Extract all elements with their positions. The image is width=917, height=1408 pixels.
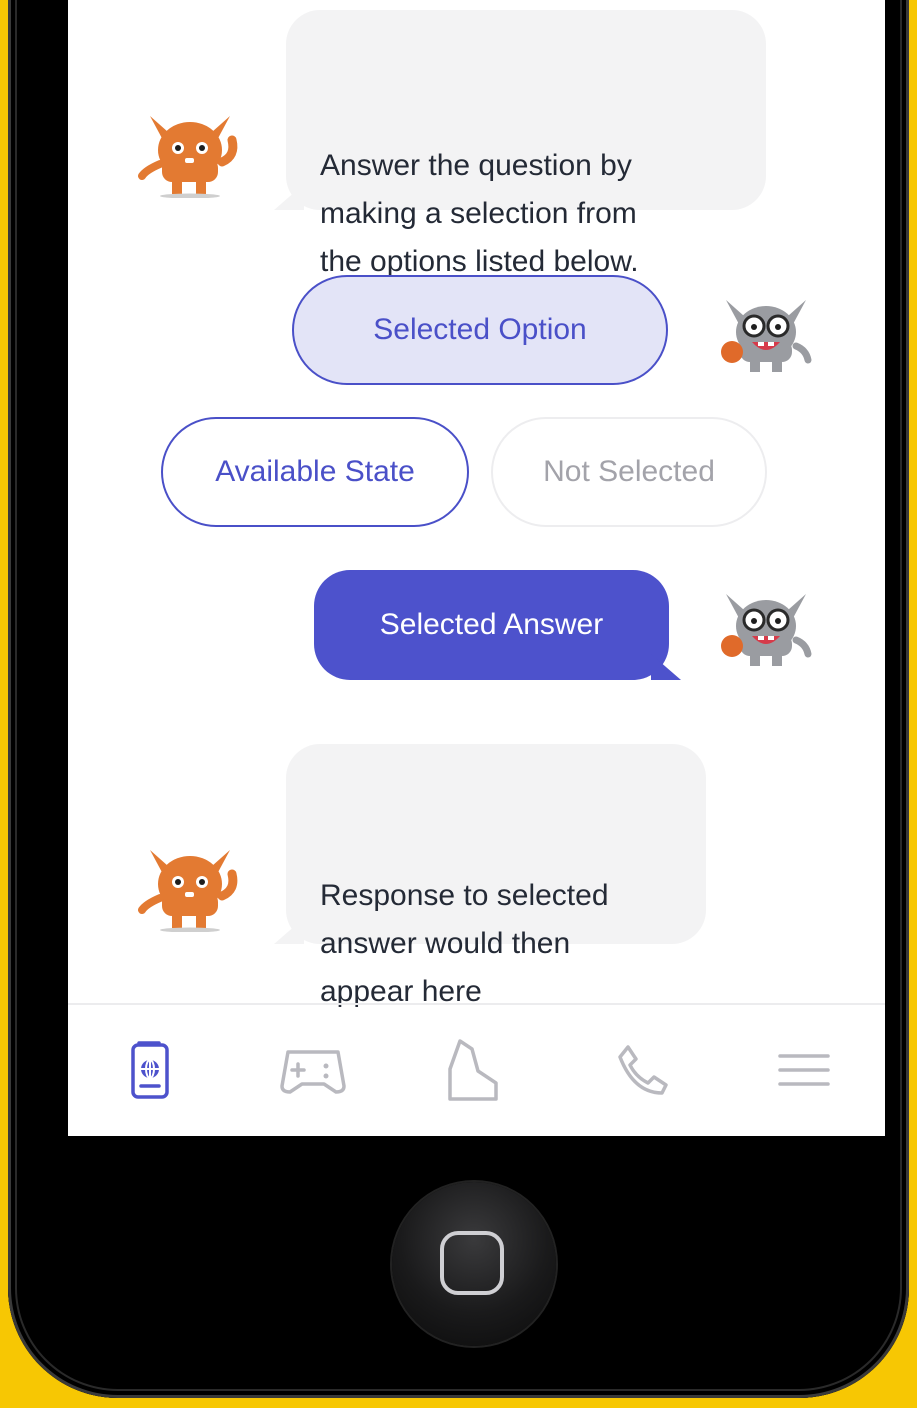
nav-games[interactable] — [273, 1030, 353, 1110]
gray-monster-avatar — [721, 594, 812, 666]
orange-monster-avatar — [138, 850, 238, 932]
bot-message-text: Answer the question by making a selectio… — [320, 149, 639, 278]
nav-region[interactable] — [436, 1030, 516, 1110]
home-button[interactable] — [392, 1182, 556, 1346]
nav-divider — [68, 1003, 885, 1005]
option-label: Selected Option — [373, 313, 587, 346]
bot-message-bubble: Answer the question by making a selectio… — [274, 10, 766, 278]
phone-frame: Answer the question by making a selectio… — [8, 0, 909, 1398]
option-label: Available State — [215, 455, 415, 488]
gamepad-icon — [280, 1050, 346, 1094]
bubble-tail — [274, 918, 304, 944]
option-selected-pill[interactable]: Selected Option — [292, 275, 668, 385]
passport-icon — [131, 1041, 169, 1099]
nav-passport[interactable] — [110, 1030, 190, 1110]
gray-monster-avatar — [721, 300, 812, 372]
menu-icon — [778, 1054, 830, 1086]
home-square-icon — [440, 1231, 504, 1295]
selected-answer-bubble: Selected Answer — [314, 570, 681, 680]
map-region-icon — [448, 1039, 498, 1101]
phone-icon — [618, 1045, 668, 1095]
bubble-tail — [274, 184, 304, 210]
option-available-pill[interactable]: Available State — [161, 417, 469, 527]
app-screen: Answer the question by making a selectio… — [68, 0, 885, 1136]
nav-menu[interactable] — [764, 1030, 844, 1110]
answer-label: Selected Answer — [379, 608, 604, 641]
nav-phone[interactable] — [601, 1030, 681, 1110]
bot-response-bubble: Response to selected answer would then a… — [274, 744, 706, 1008]
bot-response-text: Response to selected answer would then a… — [320, 879, 609, 1008]
bubble-tail — [651, 654, 681, 680]
option-not-selected-pill[interactable]: Not Selected — [491, 417, 767, 527]
orange-monster-avatar — [138, 116, 238, 198]
option-label: Not Selected — [543, 455, 715, 488]
